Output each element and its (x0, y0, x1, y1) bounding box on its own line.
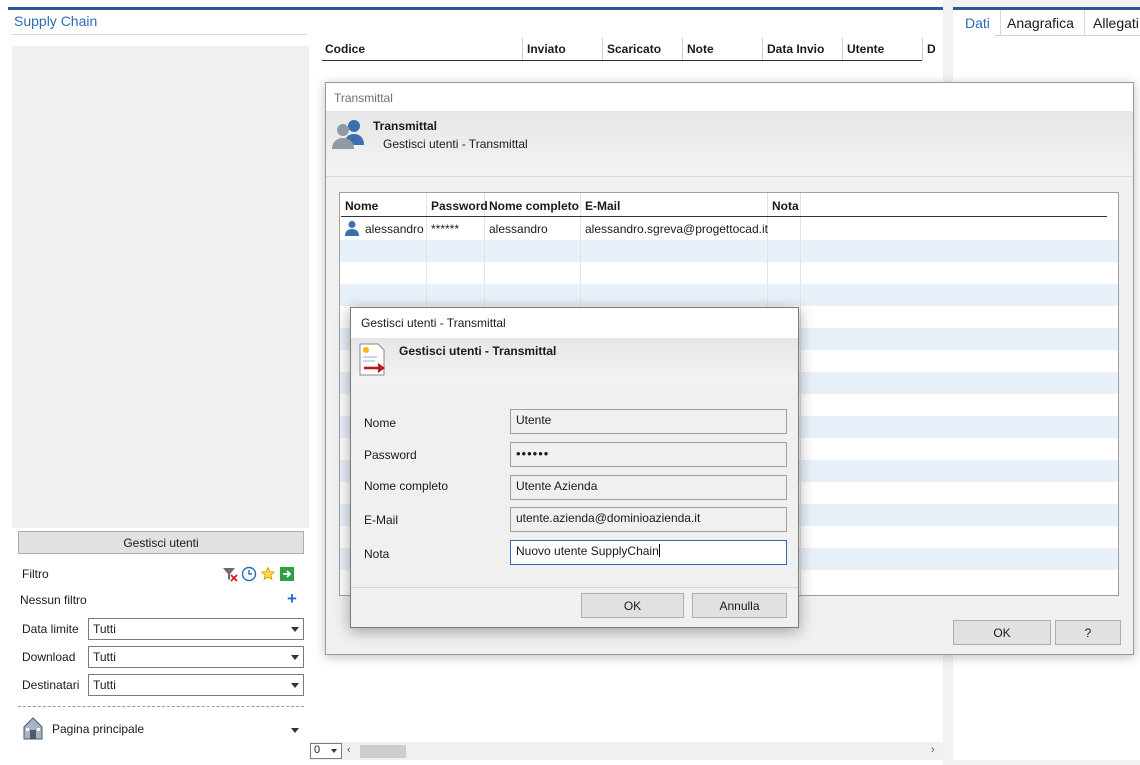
col-separator (522, 38, 523, 60)
user-edit-header-title: Gestisci utenti - Transmittal (399, 344, 557, 358)
email-field[interactable]: utente.azienda@dominioazienda.it (510, 507, 787, 532)
transmittal-help-button[interactable]: ? (1055, 620, 1121, 645)
col-password[interactable]: Password (431, 199, 488, 213)
text-caret (658, 544, 660, 557)
users-icon (331, 117, 365, 154)
col-scaricato[interactable]: Scaricato (607, 42, 661, 56)
users-grid-header-underline (341, 216, 1107, 217)
recipients-value: Tutti (93, 678, 116, 692)
transmittal-header-subtitle: Gestisci utenti - Transmittal (383, 137, 528, 151)
apply-filter-arrow-icon[interactable] (279, 566, 295, 582)
grid-header-underline (322, 60, 922, 61)
cell-password[interactable]: ****** (431, 222, 459, 236)
col-email[interactable]: E-Mail (585, 199, 620, 213)
cell-email[interactable]: alessandro.sgreva@progettocad.it (585, 222, 768, 236)
nav-divider (18, 706, 304, 707)
manage-users-button[interactable]: Gestisci utenti (18, 531, 304, 554)
col-nome[interactable]: Nome (345, 199, 378, 213)
date-limit-label: Data limite (22, 622, 79, 636)
tab-anagrafica[interactable]: Anagrafica (997, 10, 1085, 36)
home-icon (22, 716, 44, 743)
add-filter-icon[interactable]: + (287, 590, 297, 607)
download-label: Download (22, 650, 76, 664)
scroll-right-icon[interactable]: › (931, 744, 935, 756)
email-label: E-Mail (364, 513, 399, 527)
col-utente[interactable]: Utente (847, 42, 884, 56)
transmittal-header-title: Transmittal (373, 119, 438, 133)
user-edit-window-title: Gestisci utenti - Transmittal (361, 316, 506, 330)
col-d[interactable]: D (927, 42, 936, 56)
col-data-invio[interactable]: Data Invio (767, 42, 824, 56)
col-separator (842, 38, 843, 60)
user-edit-ok-button[interactable]: OK (581, 593, 684, 618)
col-separator (602, 38, 603, 60)
nav-home-label[interactable]: Pagina principale (52, 722, 144, 736)
date-limit-value: Tutti (93, 622, 116, 636)
user-edit-cancel-button[interactable]: Annulla (692, 593, 787, 618)
cell-nome[interactable]: alessandro (365, 222, 424, 236)
nome-completo-label: Nome completo (364, 479, 449, 493)
star-icon[interactable] (260, 566, 276, 582)
cell-nome-completo[interactable]: alessandro (489, 222, 548, 236)
title-divider (12, 34, 307, 35)
clear-filter-icon[interactable] (222, 566, 238, 582)
transmittal-document-icon (358, 343, 390, 380)
clock-icon[interactable] (241, 566, 257, 582)
scroll-left-icon[interactable]: ‹ (347, 744, 351, 756)
col-note[interactable]: Note (687, 42, 714, 56)
col-inviato[interactable]: Inviato (527, 42, 566, 56)
recipients-select[interactable]: Tutti (88, 674, 304, 696)
nota-field[interactable]: Nuovo utente SupplyChain (510, 540, 787, 565)
tab-dati[interactable]: Dati (955, 10, 1001, 36)
nav-chevron-down-icon[interactable] (291, 728, 299, 733)
chevron-down-icon (331, 749, 337, 753)
password-label: Password (364, 448, 417, 462)
transmittal-titlebar[interactable] (326, 83, 1133, 111)
nome-label: Nome (364, 416, 397, 430)
app-title: Supply Chain (14, 13, 98, 29)
no-filter-label: Nessun filtro (20, 593, 87, 607)
download-select[interactable]: Tutti (88, 646, 304, 668)
nota-value: Nuovo utente SupplyChain (516, 544, 659, 558)
user-icon (345, 220, 359, 239)
col-separator (682, 38, 683, 60)
col-separator (800, 193, 801, 595)
col-nome-completo[interactable]: Nome completo (489, 199, 579, 213)
tabs-underline (995, 35, 1140, 36)
transmittal-window-title: Transmittal (334, 91, 393, 105)
tab-allegati[interactable]: Allegati (1083, 10, 1140, 36)
password-field[interactable]: •••••• (510, 442, 787, 467)
filter-toolbar (222, 566, 295, 582)
left-filter-pane (12, 528, 309, 752)
col-codice[interactable]: Codice (325, 42, 365, 56)
transmittal-ok-button[interactable]: OK (953, 620, 1051, 645)
col-nota[interactable]: Nota (772, 199, 799, 213)
nome-field[interactable]: Utente (510, 409, 787, 434)
main-accent-bar (8, 7, 943, 10)
recipients-label: Destinatari (22, 678, 80, 692)
zoom-value: 0 (314, 744, 321, 756)
col-separator (922, 38, 923, 60)
col-separator (762, 38, 763, 60)
zoom-select[interactable]: 0 (310, 743, 342, 759)
chevron-down-icon (291, 683, 299, 688)
grid-row-stripe (340, 240, 1118, 262)
chevron-down-icon (291, 655, 299, 660)
download-value: Tutti (93, 650, 116, 664)
filter-label: Filtro (22, 567, 49, 581)
nota-label: Nota (364, 547, 390, 561)
grid-row-stripe (340, 284, 1118, 306)
date-limit-select[interactable]: Tutti (88, 618, 304, 640)
nome-completo-field[interactable]: Utente Azienda (510, 475, 787, 500)
scroll-thumb[interactable] (360, 745, 406, 758)
chevron-down-icon (291, 627, 299, 632)
